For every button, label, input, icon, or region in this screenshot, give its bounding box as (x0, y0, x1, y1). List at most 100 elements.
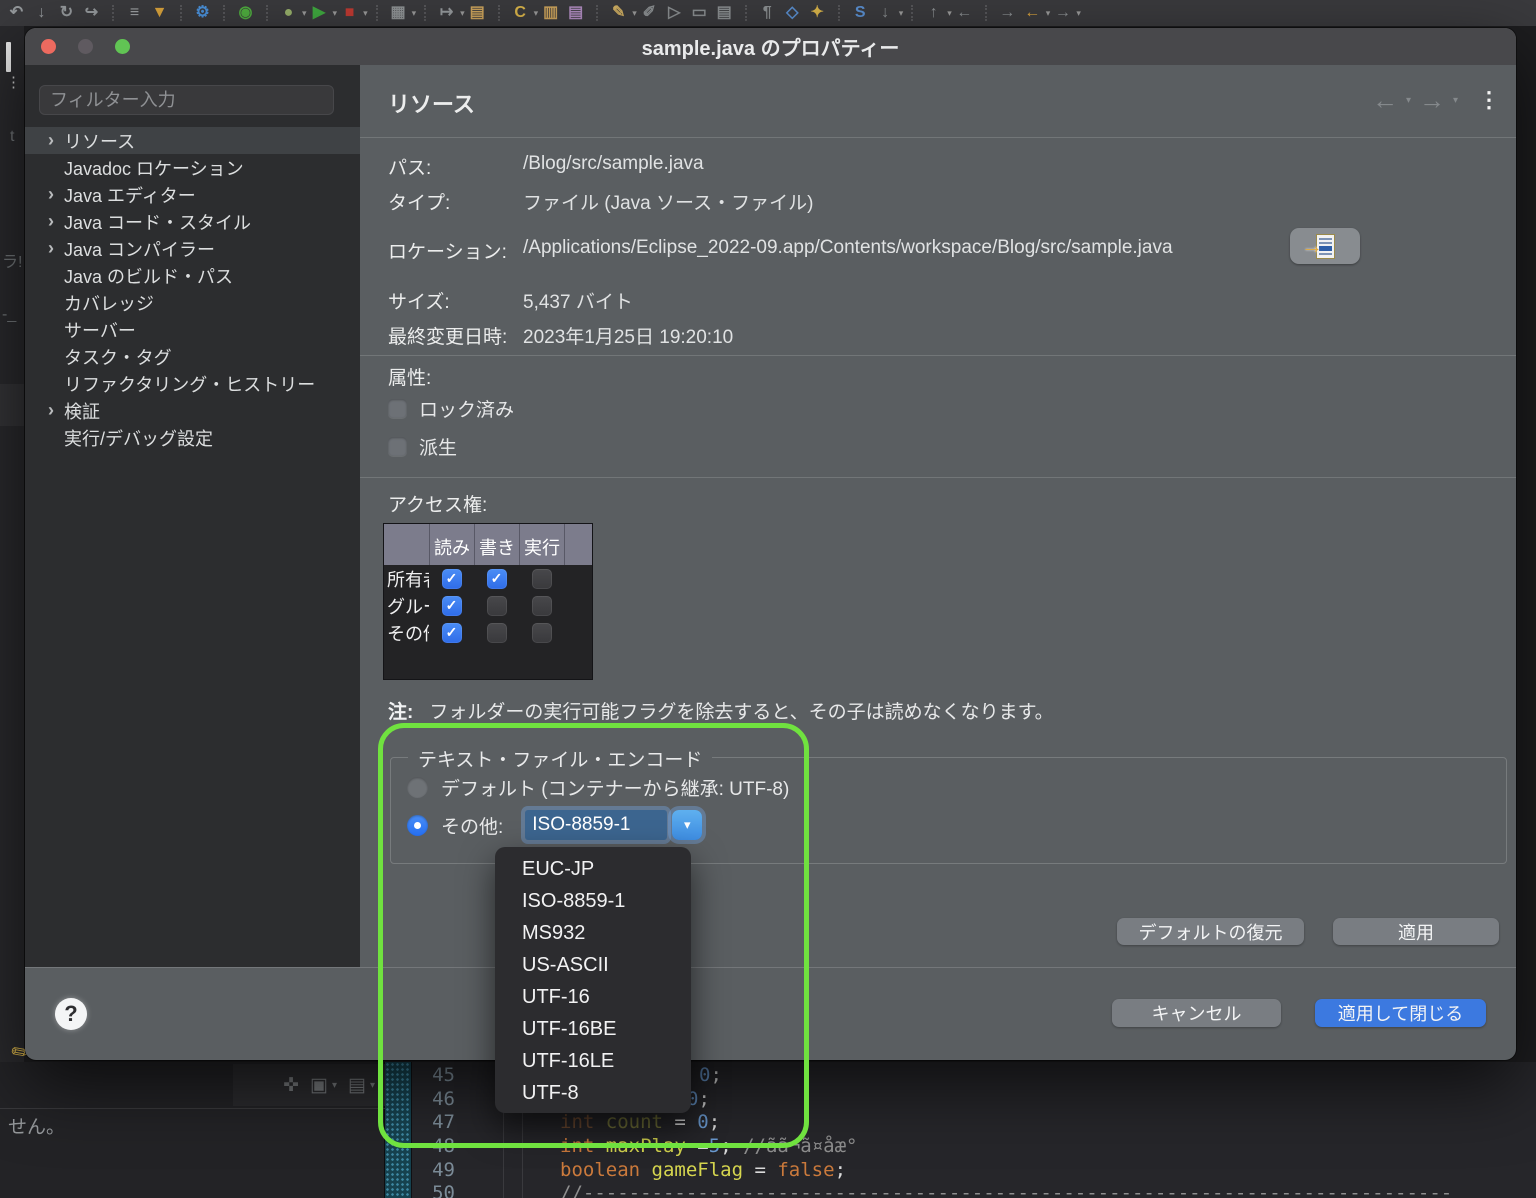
toolbar-button[interactable]: ▷ ▾ (662, 0, 687, 26)
toolbar-button[interactable]: ▤ ▾ (712, 0, 737, 26)
permission-checkbox[interactable]: ✓ (532, 596, 552, 616)
toolbar-icon[interactable]: ◇ (780, 0, 805, 26)
chevron-down-icon[interactable]: ▾ (332, 1080, 337, 1091)
sidebar-item[interactable]: › 検証 (25, 397, 360, 424)
toolbar-icon[interactable]: ✎ (606, 0, 631, 26)
toolbar-button[interactable]: ▤ ▾ (563, 0, 588, 26)
checkbox-unchecked[interactable] (388, 399, 407, 418)
permission-checkbox[interactable]: ✓ (487, 623, 507, 643)
toolbar-button[interactable]: ⚙ ▾ (172, 0, 215, 26)
toolbar-icon[interactable]: ● (276, 0, 301, 26)
encoding-option[interactable]: MS932 (495, 917, 691, 949)
toolbar-icon[interactable]: ↪ (79, 0, 104, 26)
permission-checkbox[interactable]: ✓ (532, 569, 552, 589)
forward-arrow-icon[interactable]: → (1419, 87, 1445, 113)
sidebar-item[interactable]: › カバレッジ (25, 289, 360, 316)
cancel-button[interactable]: キャンセル (1112, 999, 1281, 1027)
toolbar-icon[interactable]: ↦ (434, 0, 459, 26)
chevron-down-icon[interactable]: ▾ (1453, 95, 1458, 106)
toolbar-button[interactable]: ↶ ▾ (4, 0, 29, 26)
toolbar-button[interactable]: ✎ ▾ (588, 0, 637, 26)
toolbar-icon[interactable]: ■ (337, 0, 362, 26)
toolbar-button[interactable]: ¶ ▾ (737, 0, 780, 26)
toolbar-button[interactable]: ✐ ▾ (637, 0, 662, 26)
toolbar-icon[interactable]: ← (1020, 0, 1045, 26)
back-arrow-icon[interactable]: ← (1372, 87, 1398, 113)
toolbar-button[interactable]: ▥ ▾ (538, 0, 563, 26)
sidebar-item[interactable]: › Java のビルド・パス (25, 262, 360, 289)
sidebar-item[interactable]: › 実行/デバッグ設定 (25, 424, 360, 451)
toolbar-button[interactable]: ▶ ▾ (307, 0, 338, 26)
chevron-right-icon[interactable]: › (41, 130, 61, 151)
locked-checkbox-row[interactable]: ロック済み (388, 395, 514, 422)
encoding-option[interactable]: ISO-8859-1 (495, 885, 691, 917)
permission-checkbox[interactable]: ✓ (442, 569, 462, 589)
restore-defaults-button[interactable]: デフォルトの復元 (1117, 918, 1304, 945)
sidebar-item[interactable]: › Java エディター (25, 181, 360, 208)
toolbar-button[interactable]: → ▾ (977, 0, 1020, 26)
toolbar-button[interactable]: ✦ ▾ (805, 0, 830, 26)
toolbar-button[interactable]: ● ▾ (258, 0, 307, 26)
toolbar-icon[interactable]: ↻ (54, 0, 79, 26)
radio-unselected[interactable] (407, 777, 428, 798)
encoding-combo[interactable]: ISO-8859-1 ▾ (525, 810, 702, 840)
chevron-right-icon[interactable]: › (41, 184, 61, 205)
display-console-icon[interactable]: ▣ (310, 1074, 328, 1097)
help-button[interactable]: ? (55, 998, 87, 1030)
toolbar-icon[interactable]: ≡ (122, 0, 147, 26)
toolbar-button[interactable]: ← ▾ (1020, 0, 1051, 26)
permission-checkbox[interactable]: ✓ (442, 623, 462, 643)
permission-checkbox[interactable]: ✓ (442, 596, 462, 616)
toolbar-icon[interactable]: ↑ (921, 0, 946, 26)
dialog-titlebar[interactable]: sample.java のプロパティー (25, 28, 1516, 65)
toolbar-icon[interactable]: ▷ (662, 0, 687, 26)
toolbar-button[interactable]: ↦ ▾ (416, 0, 465, 26)
toolbar-icon[interactable]: ▥ (538, 0, 563, 26)
toolbar-icon[interactable]: ▼ (147, 0, 172, 26)
sidebar-item[interactable]: › リファクタリング・ヒストリー (25, 370, 360, 397)
toolbar-button[interactable]: ← ▾ (952, 0, 977, 26)
toolbar-button[interactable]: ≡ ▾ (104, 0, 147, 26)
sidebar-item[interactable]: › Java コンパイラー (25, 235, 360, 262)
toolbar-icon[interactable]: ▤ (712, 0, 737, 26)
chevron-down-icon[interactable]: ▾ (1406, 95, 1411, 106)
toolbar-icon[interactable]: ▤ (465, 0, 490, 26)
toolbar-button[interactable]: ↓ ▾ (873, 0, 904, 26)
combo-dropdown-button[interactable]: ▾ (672, 810, 702, 840)
apply-button[interactable]: 適用 (1333, 918, 1499, 945)
checkbox-unchecked[interactable] (388, 437, 407, 456)
radio-selected[interactable] (407, 815, 428, 836)
editor-overview-ruler[interactable] (385, 1062, 412, 1198)
toolbar-icon[interactable]: → (1050, 0, 1075, 26)
toolbar-button[interactable]: S ▾ (830, 0, 873, 26)
toolbar-icon[interactable]: ↶ (4, 0, 29, 26)
toolbar-icon[interactable]: → (995, 0, 1020, 26)
toolbar-button[interactable]: ▭ ▾ (687, 0, 712, 26)
traffic-light-button[interactable] (78, 39, 93, 54)
toolbar-button[interactable]: ↻ ▾ (54, 0, 79, 26)
default-encoding-radio-row[interactable]: デフォルト (コンテナーから継承: UTF-8) (407, 774, 789, 801)
chevron-right-icon[interactable]: › (41, 238, 61, 259)
apply-and-close-button[interactable]: 適用して閉じる (1315, 999, 1486, 1027)
permission-checkbox[interactable]: ✓ (487, 569, 507, 589)
encoding-option[interactable]: UTF-16LE (495, 1045, 691, 1077)
toolbar-button[interactable]: ↪ ▾ (79, 0, 104, 26)
toolbar-button[interactable]: ▦ ▾ (368, 0, 417, 26)
encoding-option[interactable]: UTF-8 (495, 1077, 691, 1109)
encoding-option[interactable]: UTF-16 (495, 981, 691, 1013)
toolbar-icon[interactable]: ¶ (755, 0, 780, 26)
toolbar-icon[interactable]: ← (952, 0, 977, 26)
toolbar-button[interactable]: ■ ▾ (337, 0, 368, 26)
traffic-light-button[interactable] (115, 39, 130, 54)
toolbar-icon[interactable]: ▤ (563, 0, 588, 26)
sidebar-item[interactable]: › リソース (25, 127, 360, 154)
chevron-down-icon[interactable]: ▾ (1076, 8, 1081, 19)
permission-checkbox[interactable]: ✓ (532, 623, 552, 643)
toolbar-icon[interactable]: S (848, 0, 873, 26)
traffic-light-button[interactable] (41, 39, 56, 54)
toolbar-button[interactable]: → ▾ (1050, 0, 1081, 26)
filter-input[interactable] (39, 85, 334, 115)
encoding-option[interactable]: US-ASCII (495, 949, 691, 981)
derived-checkbox-row[interactable]: 派生 (388, 433, 457, 460)
toolbar-icon[interactable]: ▶ (307, 0, 332, 26)
